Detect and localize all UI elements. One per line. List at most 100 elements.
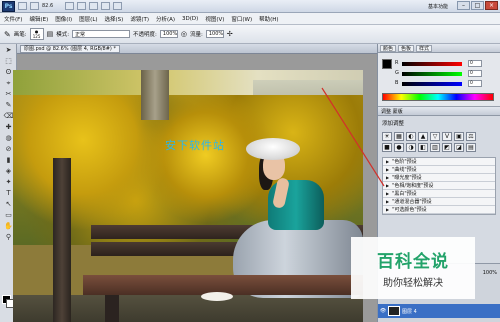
app-title-bar: Ps 82.6 基本功能 – □ ×: [0, 0, 500, 13]
arrange-documents-button[interactable]: [101, 2, 110, 10]
shadows-icon[interactable]: ▤: [466, 143, 476, 152]
vibrance-icon[interactable]: ▽: [430, 132, 440, 141]
brush-preset-picker[interactable]: ● 125: [29, 28, 44, 40]
move-tool-icon[interactable]: ➤: [2, 45, 15, 55]
layer-opacity-value[interactable]: 100%: [483, 270, 497, 276]
document-tab[interactable]: 原图.psd @ 82.6% (图层 4, RGB/8#) *: [20, 44, 120, 53]
options-bar: ✎ 画笔: ● 125 ▤ 模式: 正常 不透明度: 100% ◎ 流量: 100…: [0, 25, 500, 44]
color-panel: R 0 G 0 B 0: [378, 53, 500, 107]
preset-item[interactable]: ▶ "黑白"预设: [383, 190, 495, 198]
workspace-switcher[interactable]: 基本功能: [428, 3, 448, 10]
menu-layer[interactable]: 图层(L): [79, 15, 97, 23]
brush-tool-icon[interactable]: ✎: [4, 30, 11, 39]
menu-filter[interactable]: 滤镜(T): [130, 15, 149, 23]
invert-icon[interactable]: ◑: [406, 143, 416, 152]
menu-image[interactable]: 图像(I): [55, 15, 72, 23]
color-panel-tabs: 颜色 色板 样式: [378, 44, 500, 53]
blue-value-field[interactable]: 0: [468, 80, 482, 87]
menu-select[interactable]: 选择(S): [105, 15, 124, 23]
site-watermark: 安下软件站: [165, 139, 225, 152]
flow-label: 流量:: [190, 32, 203, 38]
baike-overlay-badge: 百科全说 助你轻松解决: [351, 237, 475, 299]
brightness-icon[interactable]: ☀: [382, 132, 392, 141]
airbrush-icon[interactable]: ✢: [227, 30, 233, 38]
document-tab-bar: 原图.psd @ 82.6% (图层 4, RGB/8#) *: [17, 44, 377, 54]
expand-arrow-icon: ▶: [386, 199, 390, 204]
baike-slogan: 助你轻松解决: [383, 278, 443, 289]
canvas-photo[interactable]: 安下软件站: [13, 70, 363, 322]
menu-file[interactable]: 文件(F): [4, 15, 22, 23]
preset-item[interactable]: ▶ "通道混合器"预设: [383, 198, 495, 206]
marquee-tool-icon[interactable]: ⬚: [2, 56, 15, 66]
expand-arrow-icon: ▶: [386, 175, 390, 180]
adjustments-tabs[interactable]: 调整 蒙版: [378, 107, 500, 116]
levels-icon[interactable]: ▦: [394, 132, 404, 141]
window-controls: – □ ×: [457, 1, 498, 10]
mode-label: 模式:: [56, 32, 70, 38]
preset-item[interactable]: ▶ "曲线"预设: [383, 166, 495, 174]
menu-view[interactable]: 视图(V): [205, 15, 224, 23]
menu-window[interactable]: 窗口(W): [231, 15, 252, 23]
channel-mixer-icon[interactable]: ●: [394, 143, 404, 152]
red-value-field[interactable]: 0: [468, 60, 482, 67]
selective-color-icon[interactable]: ◪: [454, 143, 464, 152]
preset-item[interactable]: ▶ "色相/饱和度"预设: [383, 182, 495, 190]
green-slider[interactable]: [402, 72, 462, 76]
gradient-map-icon[interactable]: ◩: [442, 143, 452, 152]
tab-color[interactable]: 颜色: [380, 44, 397, 52]
expand-arrow-icon: ▶: [386, 207, 390, 212]
photo-white-hat: [246, 138, 300, 160]
preset-item[interactable]: ▶ "可选颜色"预设: [383, 206, 495, 214]
bridge-button[interactable]: [18, 2, 27, 10]
zoom-level[interactable]: 82.6: [42, 3, 62, 9]
brush-label: 画笔:: [13, 32, 27, 38]
color-spectrum-bar[interactable]: [382, 93, 494, 101]
black-white-icon[interactable]: ⚖: [466, 132, 476, 141]
tab-styles[interactable]: 样式: [416, 44, 433, 52]
brush-panel-icon[interactable]: ▤: [47, 30, 54, 38]
adjustment-presets-list: ▶ "色阶"预设 ▶ "曲线"预设 ▶ "曝光度"预设 ▶ "色相/饱和度"预设 ▶ "黑…: [382, 157, 496, 215]
blue-slider[interactable]: [402, 82, 462, 86]
pressure-opacity-icon[interactable]: ◎: [181, 30, 187, 38]
photo-wooden-post: [53, 158, 71, 322]
flow-field[interactable]: 100%: [205, 30, 224, 38]
exposure-icon[interactable]: ▲: [418, 132, 428, 141]
color-panel-foreground-swatch[interactable]: [382, 59, 392, 69]
screen-mode-button[interactable]: [113, 2, 122, 10]
layer-name: 图层 4: [402, 308, 417, 315]
brush-size: 125: [32, 34, 41, 39]
mode-select[interactable]: 正常: [72, 30, 131, 38]
expand-arrow-icon: ▶: [386, 183, 390, 188]
threshold-icon[interactable]: ▥: [430, 143, 440, 152]
minimize-button[interactable]: –: [457, 1, 470, 10]
close-button[interactable]: ×: [485, 1, 498, 10]
restore-button[interactable]: □: [471, 1, 484, 10]
red-slider[interactable]: [402, 62, 462, 66]
hand-tool-button[interactable]: [65, 2, 74, 10]
menu-3d[interactable]: 3D(D): [182, 16, 198, 22]
photoshop-logo: Ps: [2, 0, 15, 12]
preset-item[interactable]: ▶ "色阶"预设: [383, 158, 495, 166]
layer-row-selected[interactable]: 👁 图层 4: [378, 304, 500, 318]
color-balance-icon[interactable]: ▣: [454, 132, 464, 141]
photo-filter-icon[interactable]: ■: [382, 143, 392, 152]
opacity-label: 不透明度:: [133, 32, 157, 38]
visibility-eye-icon[interactable]: 👁: [378, 308, 388, 314]
opacity-field[interactable]: 100%: [159, 30, 178, 38]
mini-bridge-button[interactable]: [30, 2, 39, 10]
green-value-field[interactable]: 0: [468, 70, 482, 77]
curves-icon[interactable]: ◐: [406, 132, 416, 141]
menu-analysis[interactable]: 分析(A): [156, 15, 175, 23]
hue-saturation-icon[interactable]: V: [442, 132, 452, 141]
red-label: R: [395, 60, 399, 66]
preset-item[interactable]: ▶ "曝光度"预设: [383, 174, 495, 182]
expand-arrow-icon: ▶: [386, 159, 390, 164]
green-label: G: [395, 70, 399, 76]
menu-edit[interactable]: 编辑(E): [29, 15, 48, 23]
rotate-view-button[interactable]: [89, 2, 98, 10]
zoom-tool-button[interactable]: [77, 2, 86, 10]
blue-label: B: [395, 80, 399, 86]
posterize-icon[interactable]: ◧: [418, 143, 428, 152]
tab-swatches[interactable]: 色板: [398, 44, 415, 52]
menu-help[interactable]: 帮助(H): [259, 15, 278, 23]
